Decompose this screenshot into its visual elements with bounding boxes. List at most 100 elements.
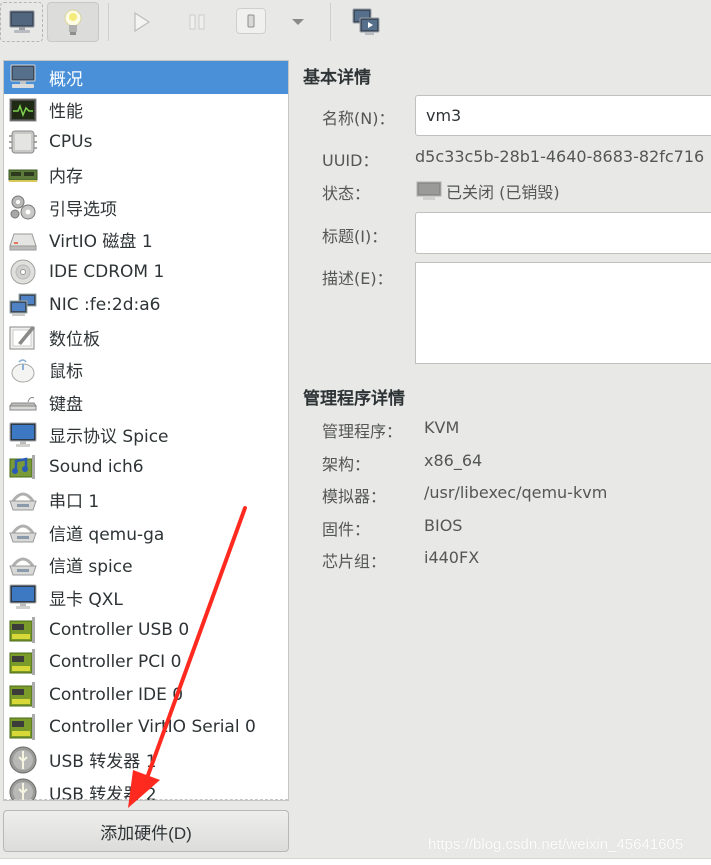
display-icon — [7, 422, 39, 448]
hypervisor-field-value: KVM — [424, 418, 460, 437]
hardware-list-item-label: 信道 qemu-ga — [49, 524, 165, 545]
list-bottom-border — [4, 799, 288, 800]
pause-icon — [189, 14, 205, 30]
play-icon — [134, 11, 151, 33]
hardware-list-item[interactable]: 内存 — [4, 159, 288, 192]
controller-card-icon — [7, 616, 39, 643]
fullscreen-monitors-icon — [352, 8, 380, 35]
title-label: 标题(I)： — [322, 227, 388, 246]
run-button[interactable] — [122, 2, 162, 42]
hardware-list-item-label: USB 转发器 1 — [49, 752, 157, 773]
hardware-list-item-label: 鼠标 — [49, 362, 83, 383]
hardware-list-item[interactable]: USB 转发器 1 — [4, 744, 288, 777]
channel-icon — [7, 552, 39, 578]
controller-card-icon — [7, 714, 39, 741]
controller-card-icon — [7, 681, 39, 708]
keyboard-icon — [7, 389, 39, 415]
hardware-list-item-label: 性能 — [49, 102, 83, 123]
watermark-text: https://blog.csdn.net/weixin_45641605 — [428, 836, 684, 853]
hardware-list-item[interactable]: 引导选项 — [4, 191, 288, 224]
hardware-list-item[interactable]: 信道 spice — [4, 549, 288, 582]
toolbar-separator — [330, 3, 331, 41]
channel-icon — [7, 519, 39, 545]
hardware-list-item-label: 概况 — [49, 69, 83, 90]
hypervisor-field-value: x86_64 — [424, 450, 483, 470]
hardware-list-item-label: 串口 1 — [49, 492, 100, 513]
hardware-list-item-label: Controller USB 0 — [49, 619, 190, 640]
serial-port-icon — [7, 487, 39, 513]
hardware-list-item[interactable]: 显示协议 Spice — [4, 419, 288, 452]
hardware-list-item-label: USB 转发器 2 — [49, 784, 157, 801]
hardware-list-item[interactable]: CPUs — [4, 126, 288, 159]
power-icon — [247, 14, 255, 28]
cdrom-icon — [7, 259, 39, 285]
uuid-label: UUID： — [322, 151, 379, 170]
hardware-list-item[interactable]: NIC :fe:2d:a6 — [4, 289, 288, 322]
fullscreen-button[interactable] — [345, 2, 387, 42]
hardware-list-item-label: 显示协议 Spice — [49, 427, 169, 448]
hard-disk-icon — [7, 227, 39, 253]
hypervisor-field-value: i440FX — [424, 548, 480, 567]
hardware-list-item[interactable]: 数位板 — [4, 321, 288, 354]
hardware-list-item[interactable]: 串口 1 — [4, 484, 288, 517]
hardware-list-item[interactable]: Controller IDE 0 — [4, 679, 288, 712]
controller-card-icon — [7, 649, 39, 676]
hardware-list-item[interactable]: USB 转发器 2 — [4, 776, 288, 801]
hypervisor-field-label: 模拟器： — [322, 487, 387, 506]
hardware-list: 概况性能 CPUs 内存引导选项 VirtIO 磁盘 1 IDE CDROM 1 NIC … — [3, 60, 289, 801]
memory-module-icon — [7, 162, 39, 188]
hardware-list-item-label: 引导选项 — [49, 199, 117, 220]
hypervisor-details-heading: 管理程序详情 — [303, 389, 405, 409]
hypervisor-field-label: 芯片组： — [322, 552, 387, 571]
hardware-list-item-label: Controller VirtIO Serial 0 — [49, 717, 256, 738]
toolbar-separator — [108, 3, 109, 41]
name-input[interactable]: vm3 — [415, 95, 711, 136]
hardware-list-item-label: 数位板 — [49, 329, 100, 350]
usb-icon — [7, 746, 39, 774]
console-button[interactable] — [0, 2, 43, 42]
hypervisor-field-value: /usr/libexec/qemu-kvm — [424, 483, 608, 502]
sound-card-icon — [7, 454, 39, 480]
hardware-list-item-label: VirtIO 磁盘 1 — [49, 232, 153, 253]
video-card-icon — [7, 584, 39, 610]
description-label: 描述(E)： — [322, 269, 393, 288]
shutdown-menu-button[interactable] — [286, 2, 310, 42]
hardware-list-item[interactable]: 性能 — [4, 94, 288, 127]
hardware-list-item-label: Controller PCI 0 — [49, 652, 182, 673]
hardware-list-item[interactable]: Controller VirtIO Serial 0 — [4, 711, 288, 744]
hardware-list-item-label: Sound ich6 — [49, 457, 144, 478]
uuid-value: d5c33c5b-28b1-4640-8683-82fc716 — [415, 147, 705, 166]
status-value: 已关闭 (已销毁) — [446, 183, 560, 202]
network-icon — [7, 292, 39, 318]
pause-button[interactable] — [177, 2, 217, 42]
hardware-list-item[interactable]: IDE CDROM 1 — [4, 256, 288, 289]
hardware-list-item-label: 内存 — [49, 167, 83, 188]
cpu-chip-icon — [7, 129, 39, 155]
hypervisor-field-value: BIOS — [424, 515, 463, 535]
hardware-list-item[interactable]: 信道 qemu-ga — [4, 516, 288, 549]
hardware-list-item-label: CPUs — [49, 132, 93, 153]
hardware-list-item[interactable]: Sound ich6 — [4, 451, 288, 484]
monitor-icon — [9, 10, 34, 33]
lightbulb-icon — [64, 9, 82, 35]
tablet-icon — [7, 324, 39, 350]
bottom-strip — [0, 858, 711, 865]
hardware-list-item[interactable]: Controller USB 0 — [4, 614, 288, 647]
title-input[interactable] — [415, 212, 711, 254]
shutdown-button[interactable] — [236, 8, 266, 34]
basic-details-heading: 基本详情 — [303, 68, 371, 88]
hardware-list-item[interactable]: Controller PCI 0 — [4, 646, 288, 679]
performance-graph-icon — [7, 97, 39, 123]
hypervisor-field-label: 架构： — [322, 454, 371, 474]
hardware-list-item[interactable]: 显卡 QXL — [4, 581, 288, 614]
add-hardware-button[interactable]: 添加硬件(D) — [3, 810, 289, 852]
hardware-list-item[interactable]: VirtIO 磁盘 1 — [4, 224, 288, 257]
chevron-down-icon — [292, 19, 304, 25]
hypervisor-field-label: 固件： — [322, 519, 371, 539]
description-textarea[interactable] — [415, 262, 711, 364]
hardware-list-item[interactable]: 键盘 — [4, 386, 288, 419]
hardware-list-item-label: 显卡 QXL — [49, 589, 123, 610]
hardware-list-item[interactable]: 鼠标 — [4, 354, 288, 387]
hardware-list-item[interactable]: 概况 — [4, 61, 288, 94]
details-button[interactable] — [47, 2, 99, 42]
